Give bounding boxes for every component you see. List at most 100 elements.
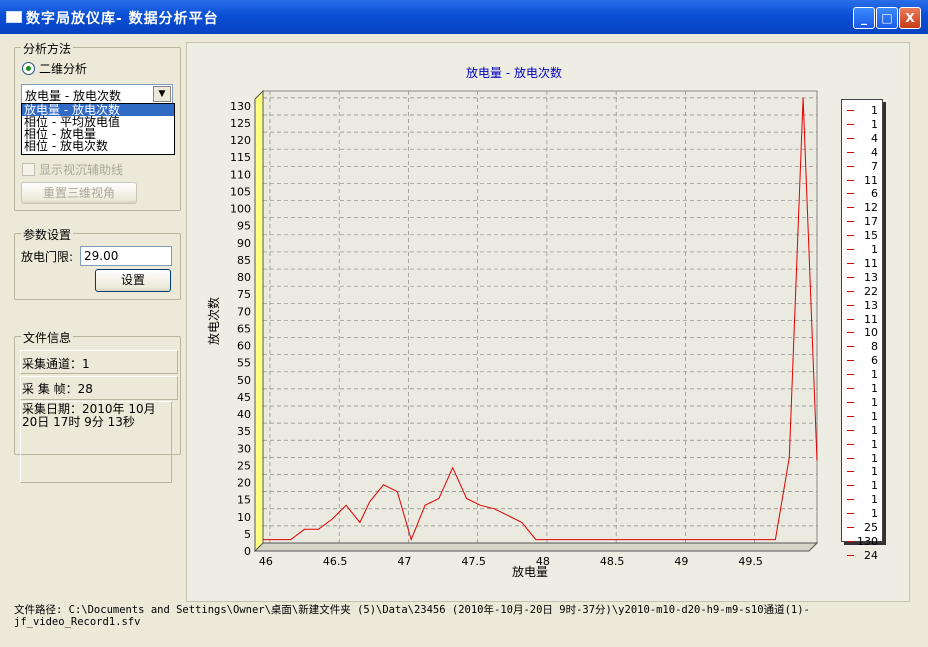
legend-swatch [847, 332, 854, 334]
y-tick-label: 55 [237, 357, 251, 370]
legend-entry: 1 [842, 452, 882, 466]
legend-value: 1 [871, 243, 878, 256]
x-tick-label: 48.5 [600, 555, 625, 568]
y-tick-label: 45 [237, 391, 251, 404]
legend-value: 4 [871, 131, 878, 145]
legend-value: 7 [871, 159, 878, 173]
legend-value: 25 [864, 521, 878, 534]
legend-entry: 1 [842, 382, 882, 396]
threshold-input[interactable]: 29.00 [80, 246, 172, 266]
y-axis-wall [254, 89, 264, 553]
x-tick-label: 47.5 [461, 555, 486, 568]
legend-value: 24 [864, 548, 878, 562]
x-tick-label: 49 [674, 555, 688, 568]
legend-swatch [847, 471, 854, 473]
legend-swatch [847, 554, 854, 556]
legend-value: 13 [864, 298, 878, 312]
legend-swatch [847, 221, 854, 223]
x-axis-floor [253, 542, 819, 552]
reset-3d-view-button[interactable]: 重置三维视角 [21, 182, 137, 204]
radio-2d-analysis[interactable] [22, 62, 35, 75]
legend-value: 22 [864, 284, 878, 298]
chevron-down-icon[interactable]: ▼ [153, 86, 171, 102]
y-tick-label: 15 [237, 494, 251, 507]
analysis-type-dropdown: 放电量 - 放电次数 相位 - 平均放电值 相位 - 放电量 相位 - 放电次数 [21, 103, 175, 155]
file-info-legend: 文件信息 [21, 329, 74, 346]
legend-entry: 1 [842, 243, 882, 257]
legend-entry: 1 [842, 493, 882, 507]
legend-entry: 1 [842, 396, 882, 410]
y-tick-label: 35 [237, 425, 251, 438]
legend-swatch [847, 415, 854, 417]
legend-swatch [847, 249, 854, 250]
frames-info: 采 集 帧：28 [22, 382, 93, 396]
legend-value: 15 [864, 229, 878, 243]
legend-swatch [847, 165, 854, 167]
legend-entry: 1 [842, 438, 882, 452]
legend-entry: 7 [842, 160, 882, 174]
legend-value: 6 [871, 187, 878, 201]
y-tick-label: 90 [237, 237, 251, 250]
legend-swatch [847, 304, 854, 306]
legend-swatch [847, 207, 854, 209]
legend-swatch [847, 513, 854, 515]
window-title: 数字局放仪库- 数据分析平台 [26, 11, 219, 27]
maximize-button[interactable]: □ [876, 7, 898, 29]
legend-value: 1 [871, 465, 878, 479]
legend-entry: 13 [842, 271, 882, 285]
analysis-method-legend: 分析方法 [21, 40, 74, 57]
legend-entry: 8 [842, 340, 882, 354]
y-tick-label: 30 [237, 442, 251, 455]
analysis-type-value: 放电量 - 放电次数 [25, 89, 121, 103]
y-tick-label: 60 [237, 340, 251, 353]
dropdown-option[interactable]: 相位 - 放电次数 [22, 140, 174, 152]
legend-entry: 12 [842, 201, 882, 215]
legend-value: 1 [871, 395, 878, 409]
x-tick-label: 47 [397, 555, 411, 568]
legend-value: 4 [871, 145, 878, 159]
y-tick-label: 100 [230, 203, 251, 216]
legend-entry: 1 [842, 424, 882, 438]
legend-swatch [847, 443, 854, 445]
legend-value: 1 [871, 437, 878, 451]
legend-swatch [847, 457, 854, 459]
legend-entry: 11 [842, 313, 882, 327]
legend-swatch [847, 429, 854, 431]
minimize-button[interactable]: _ [853, 7, 875, 29]
close-button[interactable]: X [899, 7, 921, 29]
guide-lines-checkbox[interactable] [22, 163, 35, 176]
y-tick-label: 0 [244, 545, 251, 558]
y-tick-label: 130 [230, 100, 251, 113]
y-tick-label: 70 [237, 305, 251, 318]
legend-swatch [847, 499, 854, 501]
y-tick-label: 95 [237, 220, 251, 233]
y-tick-label: 105 [230, 185, 251, 198]
legend-entry: 11 [842, 257, 882, 271]
discharge-chart: 放电量 - 放电次数 0 5 10 15 20 25 30 35 40 45 50 55 60 65 70 7… [206, 65, 819, 579]
legend-value: 11 [864, 312, 878, 326]
legend-value: 1 [871, 382, 878, 395]
legend-value: 8 [871, 340, 878, 354]
legend-value: 13 [864, 270, 878, 284]
radio-2d-analysis-label: 二维分析 [39, 62, 88, 76]
legend-entry: 11 [842, 174, 882, 188]
legend-swatch [847, 485, 854, 487]
y-tick-label: 40 [237, 408, 251, 421]
legend-swatch [847, 110, 854, 111]
legend-swatch [847, 527, 854, 528]
analysis-type-select[interactable]: 放电量 - 放电次数 ▼ [21, 84, 173, 104]
y-tick-label: 50 [237, 374, 251, 387]
guide-lines-label: 显示视沉辅助线 [39, 163, 124, 177]
legend-value: 11 [864, 256, 878, 270]
channel-info: 采集通道：1 [22, 357, 90, 371]
legend-entry: 24 [842, 549, 882, 563]
set-button[interactable]: 设置 [95, 269, 171, 292]
legend-swatch [847, 290, 854, 292]
legend-swatch [847, 318, 854, 320]
y-tick-label: 110 [230, 168, 251, 181]
chart-panel: 放电量 - 放电次数 0 5 10 15 20 25 30 35 40 45 50 55 60 65 70 7… [186, 42, 910, 602]
x-axis-label: 放电量 [512, 564, 548, 579]
legend-entry: 22 [842, 285, 882, 299]
y-tick-label: 85 [237, 254, 251, 267]
legend-swatch [847, 137, 854, 139]
